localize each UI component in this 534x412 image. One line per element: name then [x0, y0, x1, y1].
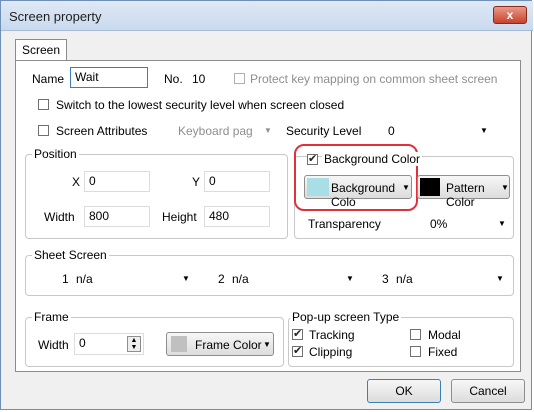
cancel-button[interactable]: Cancel	[451, 379, 525, 403]
security-level-dropdown[interactable]: 0 ▼	[382, 119, 492, 141]
no-value: 10	[192, 72, 206, 86]
screen-property-dialog: Screen property x Screen Name Wait No. 1…	[0, 0, 533, 410]
dialog-title: Screen property	[9, 9, 102, 24]
tab-screen-label: Screen	[22, 43, 61, 57]
security-level-value: 0	[388, 124, 395, 138]
chevron-down-icon: ▼	[496, 274, 504, 283]
height-label: Height	[162, 210, 197, 224]
chevron-down-icon: ▼	[182, 274, 190, 283]
frame-width-stepper[interactable]: 0 ▲ ▼	[74, 333, 144, 355]
chevron-down-icon: ▼	[480, 126, 488, 135]
stepper-arrows-icon[interactable]: ▲ ▼	[127, 336, 141, 352]
tab-panel: Name Wait No. 10 Protect key mapping on …	[15, 60, 521, 372]
sheet-screen-1-value: n/a	[76, 272, 93, 286]
title-bar[interactable]: Screen property x	[1, 1, 533, 31]
no-label: No.	[164, 72, 183, 86]
screen-attributes-checkbox[interactable]	[38, 125, 49, 136]
keyboard-page-dropdown[interactable]: Keyboard pag ▼	[174, 119, 274, 141]
fixed-label: Fixed	[428, 345, 458, 359]
position-group-title: Position	[32, 147, 79, 161]
protect-key-checkbox[interactable]	[234, 73, 245, 84]
clipping-checkbox[interactable]	[292, 344, 303, 357]
chevron-down-icon: ▼	[498, 219, 506, 228]
keyboard-page-value: Keyboard pag	[178, 124, 253, 138]
sheet-screen-3-dropdown[interactable]: n/a ▼	[392, 267, 508, 289]
transparency-value: 0%	[430, 217, 448, 231]
background-color-swatch	[307, 178, 329, 196]
protect-key-label: Protect key mapping on common sheet scre…	[250, 72, 498, 86]
switch-security-label: Switch to the lowest security level when…	[56, 98, 345, 112]
switch-security-checkbox[interactable]	[38, 99, 49, 110]
cancel-button-label: Cancel	[469, 384, 507, 398]
tracking-checkbox[interactable]	[292, 327, 303, 340]
security-level-label: Security Level	[286, 124, 362, 138]
name-label: Name	[32, 72, 65, 86]
width-label: Width	[44, 210, 75, 224]
popup-type-group-title: Pop-up screen Type	[290, 310, 402, 324]
chevron-down-icon: ▼	[263, 340, 271, 349]
sheet-screen-2-label: 2	[218, 272, 225, 286]
pattern-color-button[interactable]: Pattern Color ▼	[417, 175, 510, 209]
sheet-screen-2-dropdown[interactable]: n/a ▼	[228, 267, 360, 289]
ok-button-label: OK	[395, 384, 413, 398]
frame-width-label: Width	[38, 338, 69, 352]
tracking-label: Tracking	[309, 328, 355, 342]
modal-label: Modal	[428, 328, 461, 342]
chevron-down-icon: ▼	[346, 274, 354, 283]
height-field[interactable]: 480	[204, 206, 270, 227]
sheet-screen-1-dropdown[interactable]: n/a ▼	[72, 267, 194, 289]
width-field[interactable]: 800	[84, 206, 150, 227]
pattern-color-swatch	[420, 178, 440, 196]
name-field[interactable]: Wait	[70, 67, 148, 88]
modal-checkbox[interactable]	[410, 329, 421, 340]
frame-color-button-label: Frame Color	[195, 338, 262, 352]
fixed-checkbox[interactable]	[410, 346, 421, 357]
chevron-down-icon: ▼	[264, 126, 272, 135]
frame-group-title: Frame	[32, 310, 71, 324]
x-field[interactable]: 0	[84, 171, 150, 192]
x-label: X	[72, 175, 81, 189]
popup-type-group	[288, 317, 514, 367]
close-button[interactable]: x	[493, 6, 527, 24]
background-color-button-label: Background Colo	[331, 181, 396, 209]
sheet-screen-1-label: 1	[62, 272, 69, 286]
pattern-color-button-label: Pattern Color	[446, 181, 485, 209]
screen-attributes-label: Screen Attributes	[56, 124, 148, 138]
transparency-dropdown[interactable]: 0% ▼	[424, 212, 510, 234]
background-color-checkbox[interactable]	[307, 152, 318, 165]
transparency-label: Transparency	[308, 217, 381, 231]
ok-button[interactable]: OK	[367, 379, 441, 403]
y-label: Y	[192, 175, 201, 189]
chevron-down-icon: ▼	[402, 183, 410, 192]
sheet-screen-group-title: Sheet Screen	[32, 248, 109, 262]
tab-screen[interactable]: Screen	[15, 39, 67, 61]
background-color-button[interactable]: Background Colo ▼	[304, 175, 412, 209]
close-icon: x	[506, 8, 514, 22]
sheet-screen-3-label: 3	[382, 272, 389, 286]
sheet-screen-3-value: n/a	[396, 272, 413, 286]
background-color-label: Background Color	[322, 152, 423, 166]
frame-width-value: 0	[79, 336, 86, 350]
clipping-label: Clipping	[309, 345, 353, 359]
chevron-down-icon: ▼	[501, 183, 509, 192]
frame-color-button[interactable]: Frame Color ▼	[166, 332, 274, 356]
y-field[interactable]: 0	[204, 171, 270, 192]
frame-color-swatch	[171, 336, 187, 352]
sheet-screen-2-value: n/a	[232, 272, 249, 286]
